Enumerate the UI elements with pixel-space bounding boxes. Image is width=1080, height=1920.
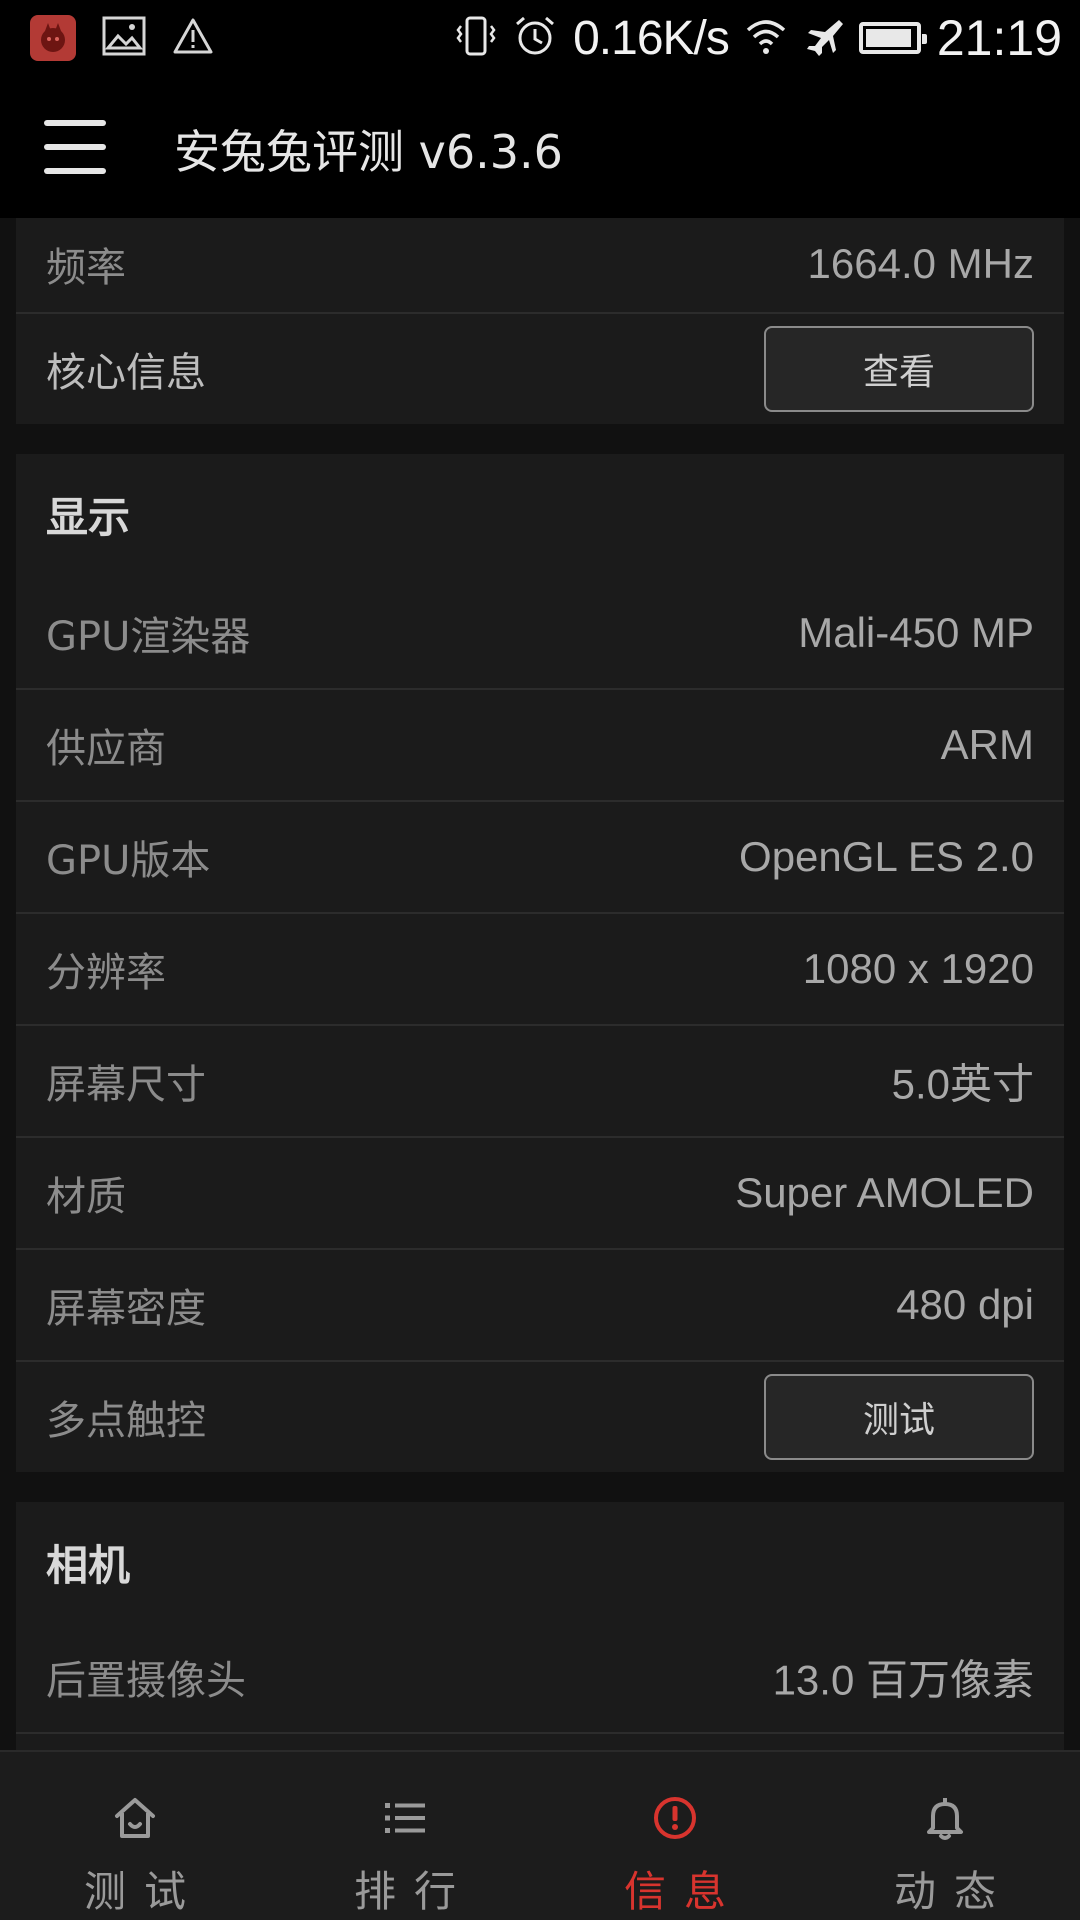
battery-icon xyxy=(858,22,927,54)
nav-tab-news[interactable]: 动态 xyxy=(810,1752,1080,1920)
info-row-gpu-version: GPU版本 OpenGL ES 2.0 xyxy=(16,802,1064,914)
network-speed: 0.16K/s xyxy=(573,11,730,65)
notification-icons xyxy=(30,14,214,62)
info-row-gpu-renderer: GPU渲染器 Mali-450 MP xyxy=(16,578,1064,690)
nav-tab-test[interactable]: 测试 xyxy=(0,1752,270,1920)
row-label: 分辨率 xyxy=(46,950,166,996)
row-label: 材质 xyxy=(46,1174,126,1220)
image-icon xyxy=(102,16,146,60)
menu-icon-bar xyxy=(44,120,106,126)
bottom-navigation: 测试 排行 信息 动态 xyxy=(0,1750,1080,1920)
card-title: 显示 xyxy=(46,493,131,542)
info-row-frequency: 频率 1664.0 MHz xyxy=(16,218,1064,314)
display-card: 显示 GPU渲染器 Mali-450 MP 供应商 ARM GPU版本 Open… xyxy=(16,454,1064,1472)
card-title: 相机 xyxy=(46,1541,131,1590)
wifi-icon xyxy=(745,16,787,60)
info-row-multitouch: 多点触控 测试 xyxy=(16,1362,1064,1472)
info-row-core-info: 核心信息 查看 xyxy=(16,314,1064,424)
row-label: 后置摄像头 xyxy=(46,1658,246,1704)
nav-label: 排行 xyxy=(353,1867,474,1916)
row-value: OpenGL ES 2.0 xyxy=(739,833,1034,880)
row-label: 核心信息 xyxy=(46,350,206,396)
info-content[interactable]: 频率 1664.0 MHz 核心信息 查看 显示 GPU渲染器 Mali-450… xyxy=(0,218,1080,1750)
app-bar: 安兔兔评测 v6.3.6 xyxy=(0,76,1080,218)
airplane-icon xyxy=(803,16,843,60)
row-label: 多点触控 xyxy=(46,1398,206,1444)
warning-icon xyxy=(172,17,214,59)
view-core-info-button[interactable]: 查看 xyxy=(764,326,1034,412)
row-label: 频率 xyxy=(46,245,126,291)
cpu-card: 频率 1664.0 MHz 核心信息 查看 xyxy=(16,218,1064,424)
vibrate-icon xyxy=(455,14,497,62)
info-row-pixel-density: 屏幕密度 480 dpi xyxy=(16,1250,1064,1362)
row-label: 供应商 xyxy=(46,726,166,772)
system-icons: 0.16K/s 21:19 xyxy=(455,8,1062,68)
row-value: Mali-450 MP xyxy=(798,609,1034,656)
row-value: 13.0 百万像素 xyxy=(772,1656,1034,1704)
nav-label: 动态 xyxy=(893,1867,1014,1916)
nav-label: 信息 xyxy=(623,1867,744,1916)
info-row-material: 材质 Super AMOLED xyxy=(16,1138,1064,1250)
nav-tab-ranking[interactable]: 排行 xyxy=(270,1752,540,1920)
app-icon xyxy=(30,15,76,61)
status-bar: 0.16K/s 21:19 xyxy=(0,0,1080,76)
menu-button[interactable] xyxy=(44,120,106,174)
row-value: 480 dpi xyxy=(896,1281,1034,1328)
row-label: GPU版本 xyxy=(46,838,211,884)
menu-icon-bar xyxy=(44,144,106,150)
menu-icon-bar xyxy=(44,168,106,174)
row-value: Super AMOLED xyxy=(735,1169,1034,1216)
bell-icon xyxy=(919,1792,971,1844)
nav-label: 测试 xyxy=(83,1867,204,1916)
row-value: 5.0英寸 xyxy=(891,1060,1034,1108)
info-row-resolution: 分辨率 1080 x 1920 xyxy=(16,914,1064,1026)
battery-level-fill xyxy=(865,29,912,47)
row-label: GPU渲染器 xyxy=(46,614,251,660)
app-title: 安兔兔评测 v6.3.6 xyxy=(174,125,563,179)
info-icon xyxy=(649,1792,701,1844)
row-value: ARM xyxy=(940,721,1034,768)
info-row-rear-camera: 后置摄像头 13.0 百万像素 xyxy=(16,1622,1064,1734)
list-icon xyxy=(379,1792,431,1844)
clock: 21:19 xyxy=(936,10,1062,66)
camera-card: 相机 后置摄像头 13.0 百万像素 xyxy=(16,1502,1064,1750)
alarm-icon xyxy=(513,14,557,62)
row-label: 屏幕尺寸 xyxy=(46,1062,206,1108)
row-value: 1664.0 MHz xyxy=(807,240,1034,287)
multitouch-test-button[interactable]: 测试 xyxy=(764,1374,1034,1460)
row-label: 屏幕密度 xyxy=(46,1286,206,1332)
info-row-screen-size: 屏幕尺寸 5.0英寸 xyxy=(16,1026,1064,1138)
nav-tab-info[interactable]: 信息 xyxy=(540,1752,810,1920)
home-icon xyxy=(109,1792,161,1844)
info-row-vendor: 供应商 ARM xyxy=(16,690,1064,802)
row-value: 1080 x 1920 xyxy=(802,945,1034,992)
